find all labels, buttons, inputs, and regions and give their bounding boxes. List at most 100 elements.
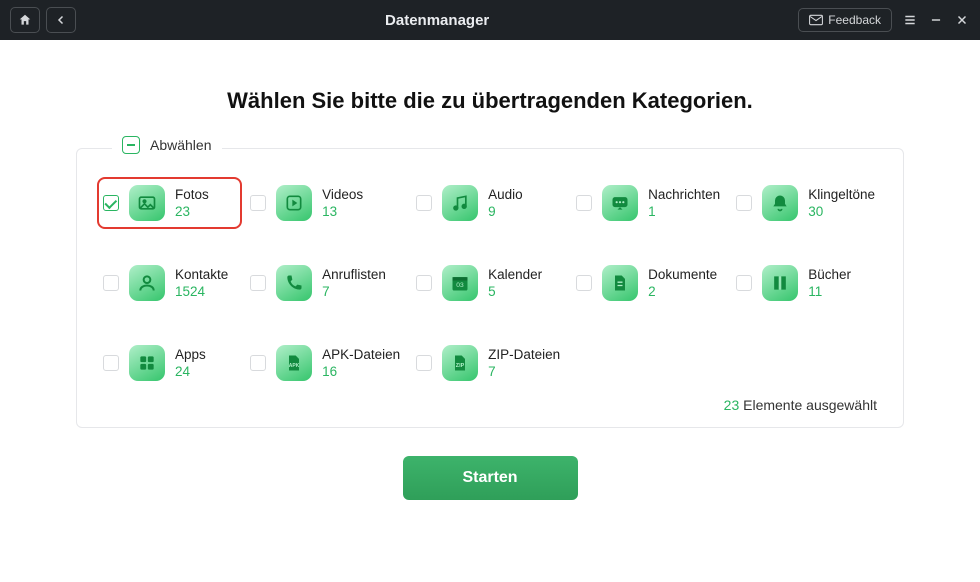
category-zip[interactable]: ZIP ZIP-Dateien 7: [412, 339, 566, 387]
category-checkbox-kalender[interactable]: [416, 275, 432, 291]
window-controls: [902, 12, 970, 28]
category-label: Anruflisten: [322, 267, 386, 282]
category-count: 7: [488, 364, 560, 379]
category-count: 30: [808, 204, 875, 219]
minimize-button[interactable]: [928, 12, 944, 28]
category-text: Klingeltöne 30: [808, 187, 875, 219]
start-button[interactable]: Starten: [403, 456, 578, 500]
category-label: Nachrichten: [648, 187, 720, 202]
home-icon: [18, 13, 32, 27]
category-checkbox-nachrichten[interactable]: [576, 195, 592, 211]
category-kontakte[interactable]: Kontakte1524: [99, 259, 240, 307]
category-label: Klingeltöne: [808, 187, 875, 202]
category-buecher[interactable]: Bücher 11: [732, 259, 881, 307]
selection-count: 23: [724, 397, 740, 413]
category-label: ZIP-Dateien: [488, 347, 560, 362]
category-count: 5: [488, 284, 542, 299]
panel-wrap: Abwählen Fotos23Videos13Audio9Nachrichte…: [76, 148, 904, 428]
category-anruflisten[interactable]: Anruflisten 7: [246, 259, 406, 307]
menu-icon: [903, 13, 917, 27]
page-title: Wählen Sie bitte die zu übertragenden Ka…: [0, 88, 980, 114]
category-text: Kontakte1524: [175, 267, 228, 299]
category-count: 9: [488, 204, 523, 219]
category-klingeltoene[interactable]: Klingeltöne 30: [732, 179, 881, 227]
category-label: Fotos: [175, 187, 209, 202]
category-count: 23: [175, 204, 209, 219]
category-count: 11: [808, 284, 851, 299]
category-panel: Fotos 23 Videos 13 Audio9 Nachrichten 1 Klingel…: [76, 148, 904, 428]
mail-icon: [809, 14, 823, 26]
category-count: 2: [648, 284, 717, 299]
category-label: Kontakte: [175, 267, 228, 282]
category-apk[interactable]: APKAPK-Dateien16: [246, 339, 406, 387]
category-text: Videos 13: [322, 187, 363, 219]
category-text: Fotos 23: [175, 187, 209, 219]
svg-text:ZIP: ZIP: [456, 363, 465, 369]
category-videos[interactable]: Videos 13: [246, 179, 406, 227]
category-kalender[interactable]: 03 Kalender 5: [412, 259, 566, 307]
minimize-icon: [929, 13, 943, 27]
category-checkbox-zip[interactable]: [416, 355, 432, 371]
category-audio[interactable]: Audio9: [412, 179, 566, 227]
category-checkbox-apk[interactable]: [250, 355, 266, 371]
category-count: 1: [648, 204, 720, 219]
category-checkbox-dokumente[interactable]: [576, 275, 592, 291]
bell-icon: [762, 185, 798, 221]
category-grid: Fotos 23 Videos 13 Audio9 Nachrichten 1 Klingel…: [99, 179, 881, 387]
home-button[interactable]: [10, 7, 40, 33]
category-text: Anruflisten 7: [322, 267, 386, 299]
contact-icon: [129, 265, 165, 301]
deselect-label: Abwählen: [150, 137, 212, 153]
category-fotos[interactable]: Fotos 23: [99, 179, 240, 227]
category-dokumente[interactable]: Dokumente 2: [572, 259, 726, 307]
feedback-label: Feedback: [828, 13, 881, 27]
chevron-left-icon: [55, 14, 67, 26]
category-count: 13: [322, 204, 363, 219]
category-label: Bücher: [808, 267, 851, 282]
category-label: Apps: [175, 347, 206, 362]
window-title: Datenmanager: [76, 12, 798, 29]
book-icon: [762, 265, 798, 301]
category-count: 7: [322, 284, 386, 299]
category-label: Dokumente: [648, 267, 717, 282]
category-label: Videos: [322, 187, 363, 202]
category-text: Audio9: [488, 187, 523, 219]
category-checkbox-videos[interactable]: [250, 195, 266, 211]
category-apps[interactable]: Apps 24: [99, 339, 240, 387]
phone-icon: [276, 265, 312, 301]
category-count: 24: [175, 364, 206, 379]
category-checkbox-fotos[interactable]: [103, 195, 119, 211]
category-text: Bücher 11: [808, 267, 851, 299]
category-text: Dokumente 2: [648, 267, 717, 299]
category-label: Kalender: [488, 267, 542, 282]
music-icon: [442, 185, 478, 221]
category-checkbox-klingeltoene[interactable]: [736, 195, 752, 211]
svg-text:APK: APK: [289, 363, 300, 369]
feedback-button[interactable]: Feedback: [798, 8, 892, 32]
apps-icon: [129, 345, 165, 381]
back-button[interactable]: [46, 7, 76, 33]
titlebar-left: [10, 7, 76, 33]
category-checkbox-apps[interactable]: [103, 355, 119, 371]
message-icon: [602, 185, 638, 221]
image-icon: [129, 185, 165, 221]
category-text: Apps 24: [175, 347, 206, 379]
category-checkbox-anruflisten[interactable]: [250, 275, 266, 291]
close-button[interactable]: [954, 12, 970, 28]
selection-summary: 23 Elemente ausgewählt: [724, 397, 877, 413]
menu-button[interactable]: [902, 12, 918, 28]
apk-icon: APK: [276, 345, 312, 381]
document-icon: [602, 265, 638, 301]
zip-icon: ZIP: [442, 345, 478, 381]
category-checkbox-audio[interactable]: [416, 195, 432, 211]
category-nachrichten[interactable]: Nachrichten 1: [572, 179, 726, 227]
category-count: 16: [322, 364, 400, 379]
deselect-control[interactable]: Abwählen: [112, 136, 222, 154]
category-text: ZIP-Dateien 7: [488, 347, 560, 379]
category-checkbox-kontakte[interactable]: [103, 275, 119, 291]
category-text: Nachrichten 1: [648, 187, 720, 219]
calendar-icon: 03: [442, 265, 478, 301]
deselect-checkbox[interactable]: [122, 136, 140, 154]
titlebar-right: Feedback: [798, 8, 970, 32]
category-checkbox-buecher[interactable]: [736, 275, 752, 291]
